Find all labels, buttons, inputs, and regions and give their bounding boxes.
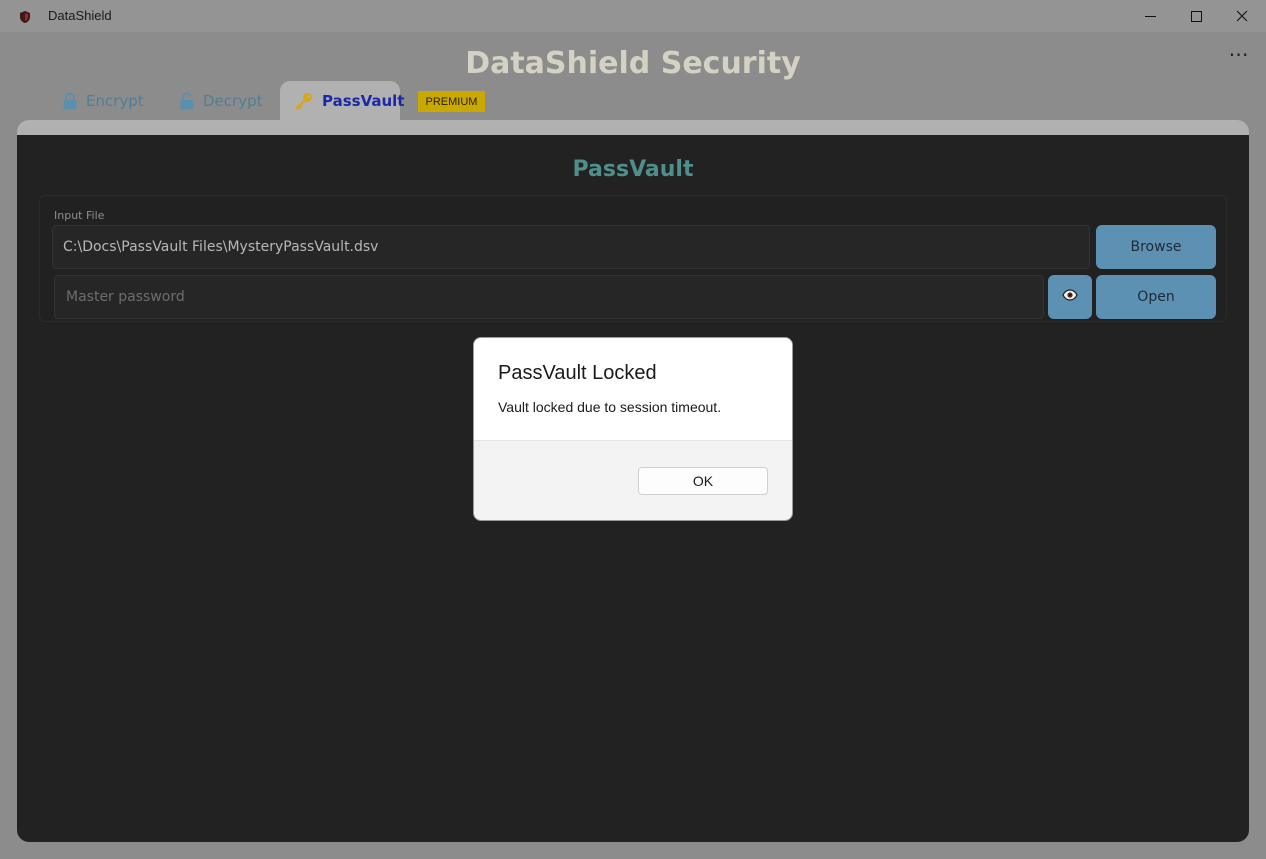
shield-app-icon [18,9,32,23]
dialog-body: PassVault Locked Vault locked due to ses… [474,338,792,441]
master-password-field[interactable]: Master password [54,275,1044,319]
input-file-label: Input File [54,209,105,222]
premium-badge: PREMIUM [418,91,485,112]
maximize-icon [1190,10,1202,22]
tab-encrypt-label: Encrypt [86,91,144,110]
unlock-icon [179,91,195,110]
tab-passvault[interactable]: PassVault [280,81,404,120]
title-bar[interactable]: DataShield [0,0,1266,32]
key-icon [294,92,314,110]
passvault-locked-dialog: PassVault Locked Vault locked due to ses… [473,337,793,521]
tab-decrypt-label: Decrypt [203,91,263,110]
tab-encrypt[interactable]: Encrypt [48,81,158,120]
window-title: DataShield [48,8,112,23]
eye-icon [1062,289,1078,305]
tab-decrypt[interactable]: Decrypt [165,81,276,120]
close-icon [1236,10,1248,22]
app-window: DataShield DataShield Security ⋯ Encrypt… [0,0,1266,859]
open-button[interactable]: Open [1096,275,1216,319]
close-button[interactable] [1219,0,1265,32]
dialog-message: Vault locked due to session timeout. [498,399,722,415]
input-file-field[interactable]: C:\Docs\PassVault Files\MysteryPassVault… [52,225,1090,269]
minimize-button[interactable] [1127,0,1173,32]
vault-open-form: Input File C:\Docs\PassVault Files\Myste… [39,195,1227,322]
panel-title: PassVault [572,157,694,182]
lock-icon [62,92,78,110]
tab-passvault-label: PassVault [322,91,405,110]
dialog-ok-button[interactable]: OK [638,467,768,495]
maximize-button[interactable] [1173,0,1219,32]
show-password-button[interactable] [1048,275,1092,319]
minimize-icon [1144,11,1156,22]
app-header-title: DataShield Security [465,46,801,81]
browse-button[interactable]: Browse [1096,225,1216,269]
dialog-title: PassVault Locked [498,362,657,384]
more-options-icon[interactable]: ⋯ [1224,44,1254,68]
